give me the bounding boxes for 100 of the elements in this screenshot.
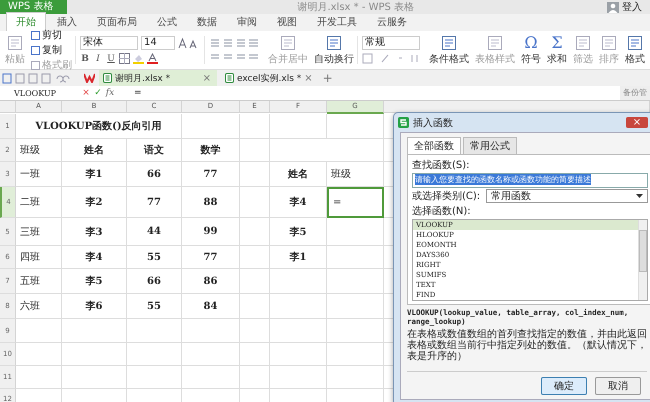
fill-color-icon[interactable] [133, 53, 144, 64]
document-tab[interactable]: 谢明月.xlsx * × [99, 70, 217, 86]
table-cell: 44 [127, 218, 182, 246]
formula-button[interactable]: × [80, 88, 92, 98]
document-tab[interactable]: excel实例.xls * × [221, 70, 319, 86]
table-cell: 55 [127, 246, 182, 269]
table-cell: 李6 [62, 294, 127, 319]
empty-cell [62, 366, 127, 389]
scrollbar[interactable] [638, 220, 647, 300]
menu-tab[interactable]: 视图 [268, 13, 306, 31]
number-format-field[interactable]: 常规 [362, 36, 420, 50]
ribbon-button[interactable]: 格式 [622, 34, 648, 66]
table-cell: 班级 [327, 162, 384, 187]
search-label: 查找函数(S): [412, 158, 471, 172]
empty-cell [240, 319, 270, 343]
table-cell: 李1 [270, 246, 327, 269]
spreadsheet-file-icon [103, 73, 112, 83]
empty-cell [62, 343, 127, 366]
font-color-icon[interactable] [147, 53, 158, 64]
user-avatar-icon [607, 2, 619, 12]
menu-tab[interactable]: 审阅 [228, 13, 266, 31]
menu-tab[interactable]: 页面布局 [88, 13, 146, 31]
login-link[interactable]: 登入 [622, 0, 642, 14]
table-cell: 77 [182, 162, 240, 187]
table-cell: 77 [182, 246, 240, 269]
ribbon-button[interactable]: 自动换行 [311, 34, 357, 66]
table-cell: 六班 [16, 294, 62, 319]
table-cell: 四班 [16, 246, 62, 269]
ribbon-button[interactable]: Σ 求和 [544, 34, 570, 66]
table-cell: 李4 [62, 246, 127, 269]
ribbon-button[interactable]: 剪切 [31, 28, 72, 42]
dialog-button[interactable]: 取消 [595, 377, 641, 395]
document-icon [627, 34, 643, 50]
border-icon[interactable] [119, 53, 130, 64]
table-cell: 一班 [16, 162, 62, 187]
table-cell: 李2 [62, 187, 127, 218]
text-style-button[interactable]: B [80, 54, 90, 64]
empty-cell [270, 114, 327, 139]
empty-cell [240, 294, 270, 319]
text-style-button[interactable]: I [93, 54, 103, 64]
dialog-tab[interactable]: 全部函数 [407, 137, 461, 154]
empty-cell [240, 187, 270, 218]
text-style-button[interactable]: U [106, 54, 116, 64]
empty-cell [240, 269, 270, 294]
document-icon [326, 34, 342, 50]
category-dropdown[interactable]: 常用函数 [486, 189, 648, 203]
table-cell: 李5 [270, 218, 327, 246]
table-cell: 五班 [16, 269, 62, 294]
ribbon-button[interactable]: Ω 符号 [518, 34, 544, 66]
formula-input[interactable]: = [134, 88, 620, 98]
dialog-button[interactable]: 确定 [541, 377, 587, 395]
menu-tab[interactable]: 开始 [6, 12, 46, 31]
empty-cell [240, 139, 270, 162]
empty-cell [240, 218, 270, 246]
empty-cell [240, 114, 270, 139]
document-icon [601, 34, 617, 50]
table-cell: 李5 [62, 269, 127, 294]
ribbon-button[interactable]: 复制 [31, 43, 72, 57]
search-field[interactable]: 请输入您要查找的函数名称或函数功能的简要描述 [412, 173, 648, 188]
empty-cell [240, 162, 270, 187]
table-cell: 李1 [62, 162, 127, 187]
empty-cell [127, 343, 182, 366]
empty-cell [240, 366, 270, 389]
document-icon [7, 34, 23, 50]
table-cell: 84 [182, 294, 240, 319]
font-name-field[interactable]: 宋体 [80, 36, 138, 50]
square-icon [31, 46, 40, 54]
menu-tab[interactable]: 数据 [188, 13, 226, 31]
empty-cell [270, 343, 327, 366]
empty-cell [127, 366, 182, 389]
document-icon [575, 34, 591, 50]
table-cell: 66 [127, 162, 182, 187]
empty-cell [62, 319, 127, 343]
menu-tab[interactable]: 插入 [48, 13, 86, 31]
name-box[interactable]: VLOOKUP [0, 88, 72, 98]
table-cell: 88 [182, 187, 240, 218]
table-cell: 语文 [127, 139, 182, 162]
empty-cell [182, 114, 240, 139]
new-tab-button[interactable]: + [322, 71, 333, 85]
app-menu-button[interactable]: WPS 表格 [0, 0, 68, 14]
empty-cell [182, 319, 240, 343]
table-cell: VLOOKUP函数()反向引用 [16, 114, 182, 139]
table-cell: 55 [127, 294, 182, 319]
dialog-tab[interactable]: 常用公式 [463, 137, 517, 154]
ribbon-button[interactable]: 条件格式 [426, 34, 472, 66]
table-cell: 数学 [182, 139, 240, 162]
empty-cell [182, 366, 240, 389]
table-cell: 李3 [62, 218, 127, 246]
close-button[interactable]: × [626, 117, 648, 128]
empty-cell [270, 366, 327, 389]
font-size-field[interactable]: 14 [141, 36, 175, 50]
table-cell: 李4 [270, 187, 327, 218]
table-cell: 86 [182, 269, 240, 294]
menu-tab[interactable]: 开发工具 [308, 13, 366, 31]
document-icon [280, 34, 296, 50]
formula-button[interactable]: ✓ [92, 88, 104, 98]
menu-tab[interactable]: 公式 [148, 13, 186, 31]
formula-button[interactable]: fx [104, 88, 116, 98]
menu-tab[interactable]: 云服务 [368, 13, 416, 31]
column-header[interactable] [384, 101, 650, 113]
